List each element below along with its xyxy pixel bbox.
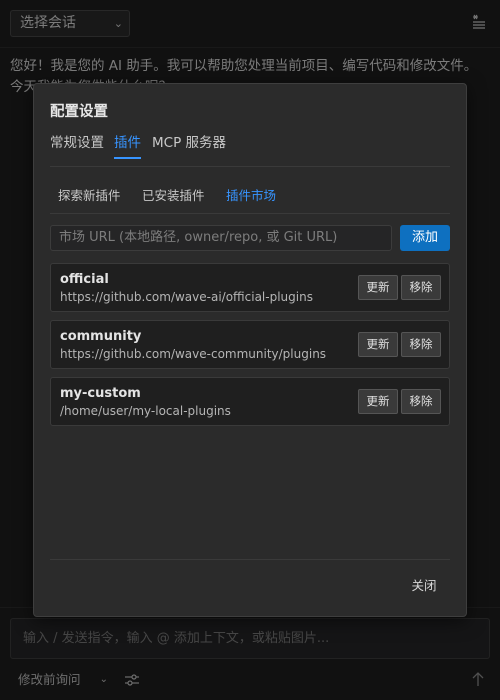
marketplace-url: /home/user/my-local-plugins [60, 404, 231, 418]
remove-button[interactable]: 移除 [401, 275, 441, 300]
tab-mcp-servers[interactable]: MCP 服务器 [152, 134, 226, 159]
modal-title: 配置设置 [50, 104, 108, 120]
update-button[interactable]: 更新 [358, 389, 398, 414]
list-item: my-custom /home/user/my-local-plugins 更新… [50, 377, 450, 426]
marketplace-name: my-custom [60, 386, 141, 401]
add-marketplace-button[interactable]: 添加 [400, 225, 450, 251]
marketplace-url-placeholder: 市场 URL (本地路径, owner/repo, 或 Git URL) [59, 230, 338, 245]
marketplace-list: official https://github.com/wave-ai/offi… [50, 263, 450, 434]
marketplace-name: community [60, 329, 142, 344]
list-item: official https://github.com/wave-ai/offi… [50, 263, 450, 312]
marketplace-url: https://github.com/wave-community/plugin… [60, 347, 327, 361]
plugin-sub-tabs: 探索新插件 已安装插件 插件市场 [50, 182, 450, 214]
subtab-explore[interactable]: 探索新插件 [50, 182, 129, 213]
remove-button[interactable]: 移除 [401, 332, 441, 357]
tab-general[interactable]: 常规设置 [50, 134, 104, 159]
remove-button[interactable]: 移除 [401, 389, 441, 414]
marketplace-name: official [60, 272, 109, 287]
main-tabs: 常规设置 插件 MCP 服务器 [50, 134, 450, 167]
marketplace-url-input[interactable]: 市场 URL (本地路径, owner/repo, 或 Git URL) [50, 225, 392, 251]
update-button[interactable]: 更新 [358, 275, 398, 300]
marketplace-url: https://github.com/wave-ai/official-plug… [60, 290, 313, 304]
update-button[interactable]: 更新 [358, 332, 398, 357]
modal-footer-divider [50, 559, 450, 560]
subtab-installed[interactable]: 已安装插件 [134, 182, 213, 213]
subtab-marketplace[interactable]: 插件市场 [218, 182, 284, 213]
list-item: community https://github.com/wave-commun… [50, 320, 450, 369]
close-button[interactable]: 关闭 [402, 574, 446, 598]
settings-modal: 配置设置 常规设置 插件 MCP 服务器 探索新插件 已安装插件 插件市场 市场… [33, 83, 467, 617]
tab-plugins[interactable]: 插件 [114, 134, 141, 159]
